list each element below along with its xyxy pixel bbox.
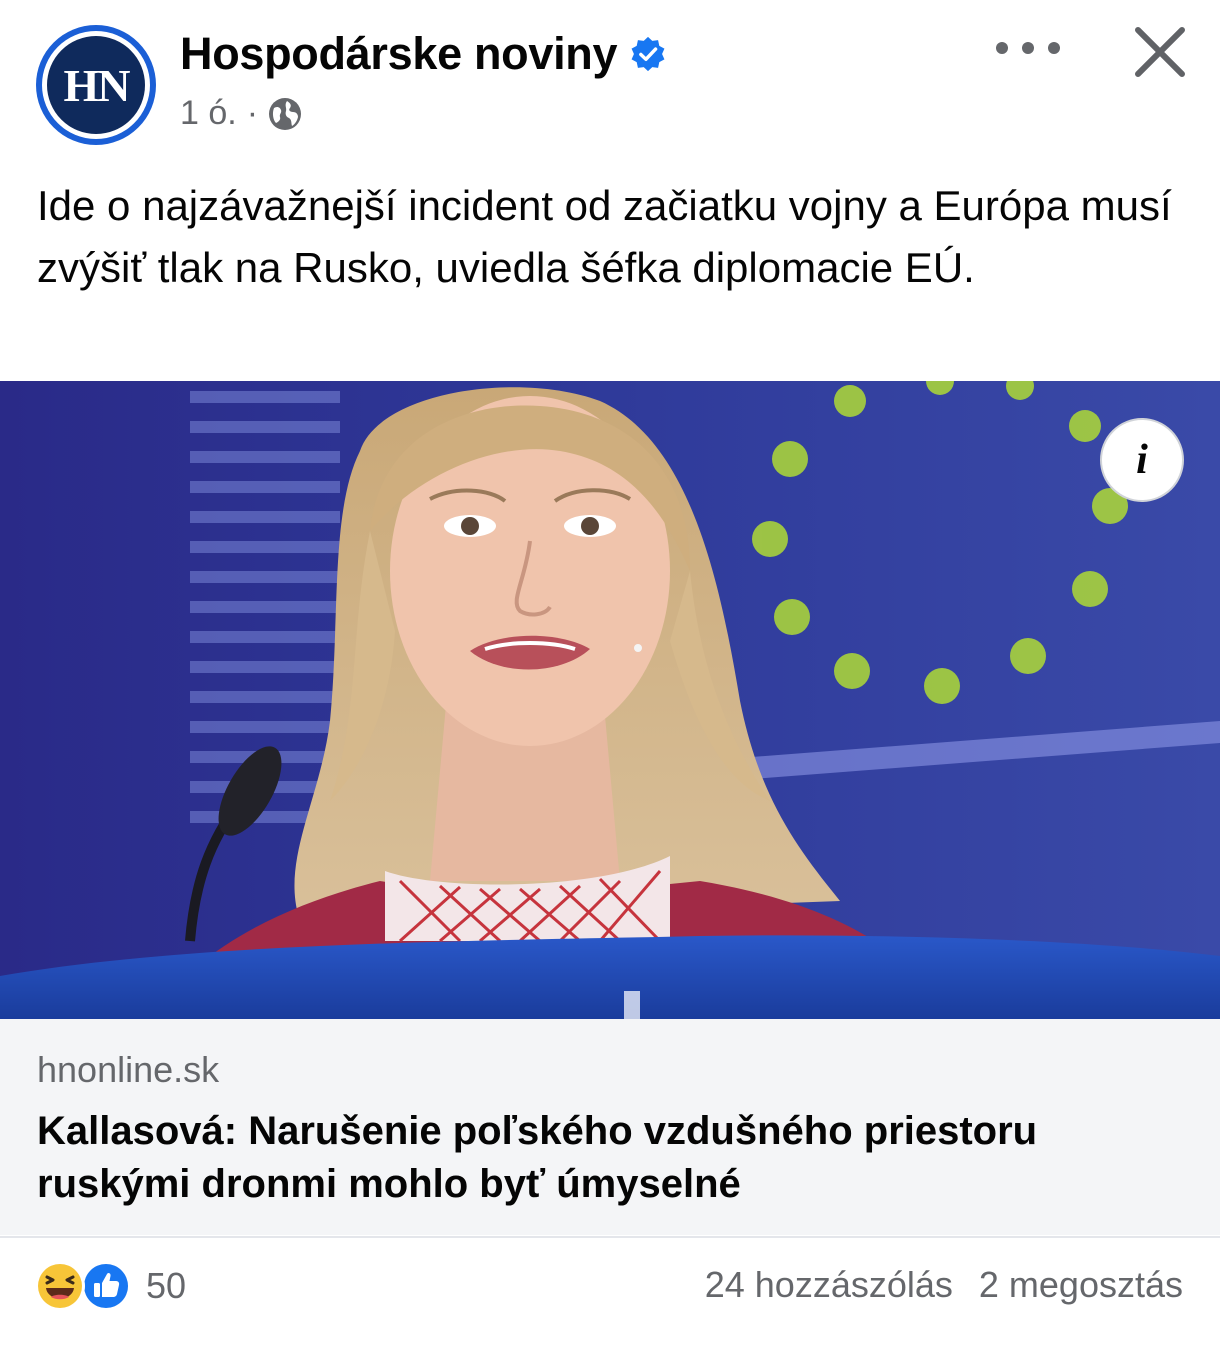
haha-reaction-icon [35, 1261, 85, 1311]
reactions-summary[interactable]: 50 [34, 1260, 186, 1312]
facebook-post: HN Hospodárske noviny 1 ó. · Ide o najzá… [0, 0, 1220, 1346]
avatar-logo: HN [47, 36, 145, 134]
info-icon[interactable]: i [1100, 418, 1184, 502]
verified-badge-icon [631, 36, 665, 72]
avatar-ring: HN [42, 31, 150, 139]
close-icon[interactable] [1128, 20, 1192, 84]
post-caption: Ide o najzávažnejší incident od začiatku… [37, 182, 1172, 291]
post-meta: 1 ó. · [180, 94, 302, 133]
globe-icon [269, 97, 302, 130]
meta-separator: · [246, 94, 259, 132]
comments-count[interactable]: 24 hozzászólás [705, 1264, 953, 1306]
engagement-counts: 24 hozzászólás 2 megosztás [705, 1264, 1183, 1306]
more-options-dot [1048, 42, 1060, 54]
post-image[interactable] [0, 381, 1220, 1019]
post-header: HN Hospodárske noviny 1 ó. · [0, 0, 1220, 160]
link-domain: hnonline.sk [37, 1049, 220, 1090]
shares-count[interactable]: 2 megosztás [979, 1264, 1183, 1306]
page-name-row: Hospodárske noviny [180, 28, 667, 80]
link-preview[interactable]: hnonline.sk Kallasová: Narušenie poľskéh… [0, 1019, 1220, 1235]
reaction-count: 50 [146, 1265, 187, 1306]
like-reaction-icon [81, 1261, 131, 1311]
more-options-button[interactable] [996, 28, 1060, 68]
page-avatar[interactable]: HN [36, 25, 156, 145]
more-options-dot [1022, 42, 1034, 54]
more-options-icon [996, 42, 1008, 54]
page-name[interactable]: Hospodárske noviny [180, 28, 618, 80]
link-title: Kallasová: Narušenie poľského vzdušného … [37, 1109, 1038, 1206]
post-timestamp[interactable]: 1 ó. [180, 94, 237, 133]
footer-divider [0, 1236, 1220, 1238]
news-photo [0, 381, 1220, 1019]
